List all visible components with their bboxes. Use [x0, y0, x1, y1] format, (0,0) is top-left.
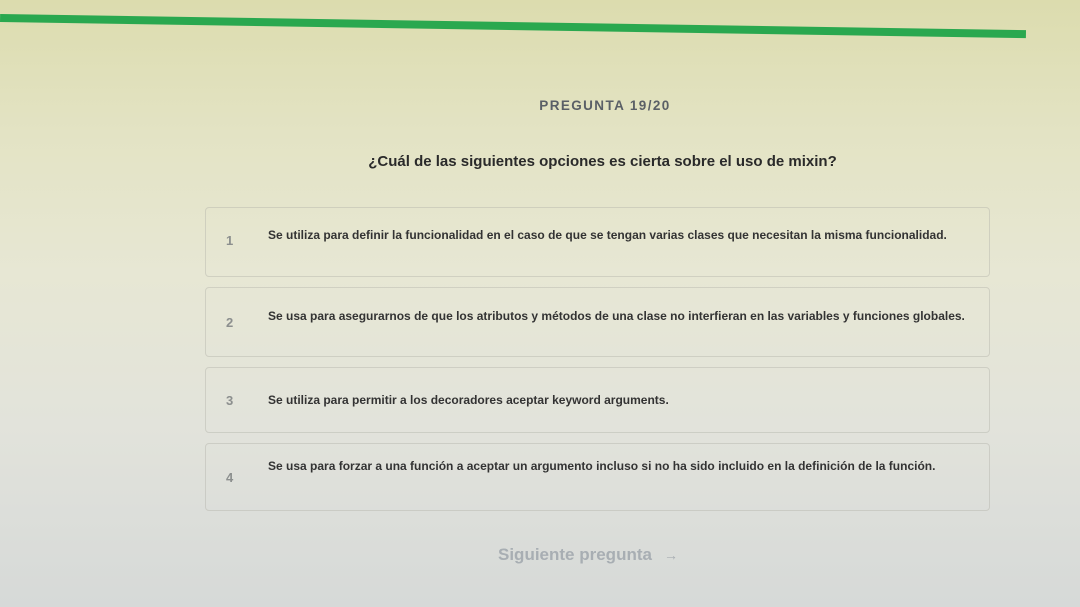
option-1[interactable]: 1 Se utiliza para definir la funcionalid…	[205, 207, 990, 277]
progress-bar	[0, 14, 1080, 47]
next-question-button[interactable]: Siguiente pregunta →	[498, 545, 678, 565]
option-2[interactable]: 2 Se usa para asegurarnos de que los atr…	[205, 287, 990, 357]
option-text: Se usa para asegurarnos de que los atrib…	[268, 309, 965, 323]
progress-bar-fill	[0, 14, 1026, 39]
option-text: Se usa para forzar a una función a acept…	[268, 459, 936, 473]
option-text: Se utiliza para definir la funcionalidad…	[268, 228, 947, 242]
next-question-label: Siguiente pregunta	[498, 545, 652, 564]
option-number: 3	[226, 393, 234, 408]
option-3[interactable]: 3 Se utiliza para permitir a los decorad…	[205, 367, 990, 433]
option-text: Se utiliza para permitir a los decorador…	[268, 393, 669, 407]
question-text: ¿Cuál de las siguientes opciones es cier…	[368, 153, 837, 170]
question-counter: PREGUNTA 19/20	[539, 98, 671, 113]
option-4[interactable]: 4 Se usa para forzar a una función a ace…	[205, 443, 990, 511]
option-number: 1	[226, 233, 234, 248]
arrow-right-icon: →	[663, 547, 678, 563]
option-number: 4	[226, 470, 234, 485]
option-number: 2	[226, 315, 234, 330]
